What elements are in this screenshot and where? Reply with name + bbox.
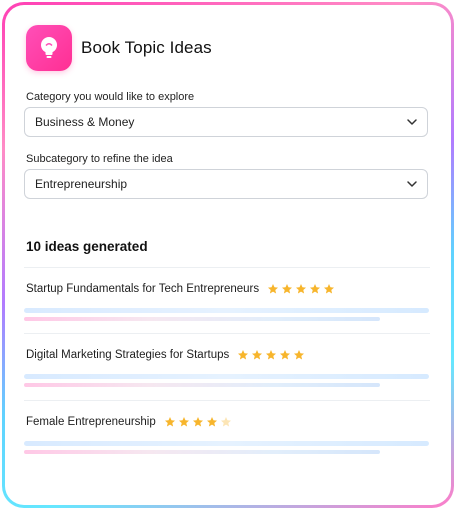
star-rating <box>237 349 305 361</box>
star-filled-icon <box>296 284 307 294</box>
chevron-down-icon <box>407 119 417 125</box>
subcategory-select[interactable]: Entrepreneurship <box>24 169 428 199</box>
idea-placeholder-line <box>24 374 429 379</box>
category-select[interactable]: Business & Money <box>24 107 428 137</box>
idea-item[interactable]: Digital Marketing Strategies for Startup… <box>24 349 430 393</box>
star-filled-icon <box>238 350 249 360</box>
star-filled-icon <box>252 350 263 360</box>
idea-placeholder-line <box>24 308 429 313</box>
category-select-value: Business & Money <box>35 115 135 129</box>
star-filled-icon <box>178 417 189 427</box>
idea-placeholder-line <box>24 383 380 387</box>
idea-title: Female Entrepreneurship <box>26 416 156 428</box>
idea-item[interactable]: Startup Fundamentals for Tech Entreprene… <box>24 283 430 327</box>
divider <box>24 267 430 268</box>
divider <box>24 333 430 334</box>
app-frame: Book Topic Ideas Category you would like… <box>2 2 454 508</box>
star-filled-icon <box>294 350 305 360</box>
chevron-down-icon <box>407 181 417 187</box>
star-rating <box>267 283 335 295</box>
star-filled-icon <box>324 284 335 294</box>
star-filled-icon <box>164 417 175 427</box>
idea-item[interactable]: Female Entrepreneurship <box>24 416 430 460</box>
book-topic-card: Book Topic Ideas Category you would like… <box>5 5 451 505</box>
star-filled-icon <box>266 350 277 360</box>
star-filled-icon <box>282 284 293 294</box>
idea-title: Startup Fundamentals for Tech Entreprene… <box>26 283 260 295</box>
idea-title: Digital Marketing Strategies for Startup… <box>26 349 230 361</box>
star-empty-icon <box>220 417 231 427</box>
idea-placeholder-line <box>24 441 429 446</box>
star-filled-icon <box>310 284 321 294</box>
star-rating <box>164 416 232 428</box>
idea-placeholder-line <box>24 450 380 454</box>
star-filled-icon <box>280 350 291 360</box>
lightbulb-icon <box>26 25 72 71</box>
star-filled-icon <box>268 284 279 294</box>
ideas-count-heading: 10 ideas generated <box>26 239 148 254</box>
star-filled-icon <box>192 417 203 427</box>
category-label: Category you would like to explore <box>26 91 195 103</box>
subcategory-select-value: Entrepreneurship <box>35 177 128 191</box>
page-title: Book Topic Ideas <box>81 38 212 57</box>
idea-placeholder-line <box>24 317 380 321</box>
subcategory-label: Subcategory to refine the idea <box>26 153 173 165</box>
star-filled-icon <box>206 417 217 427</box>
divider <box>24 400 430 401</box>
